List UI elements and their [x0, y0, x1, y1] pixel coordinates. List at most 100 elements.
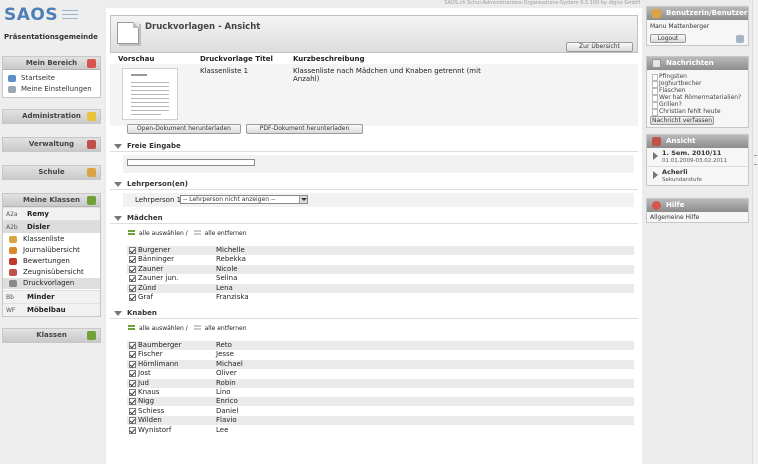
user-name: Manu Mattenberger	[650, 23, 710, 30]
girls-remove-all[interactable]: alle entfernen	[205, 230, 247, 237]
student-first-name: Enrico	[216, 397, 238, 406]
section-boys[interactable]: Knaben	[110, 308, 638, 319]
student-checkbox[interactable]	[129, 284, 136, 292]
download-pdf-button[interactable]: PDF-Dokument herunterladen	[246, 124, 363, 134]
news-item[interactable]: Wer hat Römermaterialien?	[650, 94, 748, 102]
student-row[interactable]: Bänninger Rebekka	[127, 255, 634, 264]
student-row[interactable]: Schiess Daniel	[127, 407, 634, 416]
section-free-input[interactable]: Freie Eingabe	[110, 141, 638, 152]
student-row[interactable]: Knaus Lino	[127, 388, 634, 397]
student-row[interactable]: Jost Oliver	[127, 369, 634, 378]
student-checkbox[interactable]	[129, 379, 136, 387]
panel-title-help: Hilfe	[647, 199, 748, 212]
class-row-disler[interactable]: A2b Disler	[3, 220, 100, 233]
student-row[interactable]: Wilden Flavio	[127, 416, 634, 426]
semester-selector[interactable]: 1. Sem. 2010/11 01.01.2009-03.02.2011	[647, 148, 748, 166]
page-scrollbar[interactable]	[752, 0, 758, 464]
student-last-name: Burgener	[138, 246, 171, 254]
student-row[interactable]: Jud Robin	[127, 378, 634, 388]
student-checkbox[interactable]	[129, 398, 136, 406]
student-checkbox[interactable]	[129, 294, 136, 301]
sidebar-item-zeugnis[interactable]: Zeugnisübersicht	[3, 267, 100, 278]
student-checkbox[interactable]	[129, 407, 136, 415]
settings-icon[interactable]	[736, 35, 744, 43]
panel-title-meine-klassen[interactable]: Meine Klassen	[3, 194, 100, 207]
download-odt-button[interactable]: Open-Dokument herunterladen	[127, 124, 241, 134]
news-item[interactable]: Pfingsten	[650, 73, 748, 81]
panel-administration[interactable]: Administration	[2, 109, 101, 124]
teacher-select[interactable]: -- Lehrperson nicht anzeigen --	[180, 195, 308, 204]
class-row-moebelbau[interactable]: WF Möbelbau	[3, 303, 100, 316]
section-girls[interactable]: Mädchen	[110, 213, 638, 224]
girls-select-controls: alle auswählen / alle entfernen	[128, 229, 247, 239]
student-checkbox[interactable]	[129, 265, 136, 273]
sidebar-item-druckvorlagen[interactable]: Druckvorlagen	[3, 278, 100, 289]
student-row[interactable]: Zauner jun. Selina	[127, 274, 634, 283]
student-checkbox[interactable]	[129, 360, 136, 368]
student-checkbox[interactable]	[129, 247, 136, 254]
panel-schule[interactable]: Schule	[2, 165, 101, 180]
col-header-description: Kurzbeschreibung	[293, 55, 365, 63]
panel-title-view: Ansicht	[647, 135, 748, 148]
logout-button[interactable]: Logout	[650, 34, 686, 43]
student-last-name: Jud	[138, 378, 149, 387]
student-checkbox[interactable]	[129, 342, 136, 349]
student-first-name: Nicole	[216, 264, 238, 273]
school-icon	[87, 168, 96, 177]
overview-button[interactable]: Zur Übersicht	[566, 42, 633, 52]
student-last-name: Schiess	[138, 406, 165, 415]
boys-select-all[interactable]: alle auswählen /	[139, 325, 188, 332]
boys-remove-all[interactable]: alle entfernen	[205, 325, 247, 332]
compose-message-button[interactable]: Nachricht verfassen	[650, 116, 714, 125]
version-text: SAOS.ch Schul-Administrations-Organisati…	[444, 0, 640, 6]
student-checkbox[interactable]	[129, 275, 136, 283]
section-teacher[interactable]: Lehrperson(en)	[110, 179, 638, 190]
sidebar-item-einstellungen[interactable]: Meine Einstellungen	[3, 84, 100, 95]
classes-icon	[87, 331, 96, 340]
class-row-remy[interactable]: A2a Remy	[3, 207, 100, 220]
scroll-grip-icon	[754, 155, 757, 165]
student-checkbox[interactable]	[129, 389, 136, 396]
class-row-minder[interactable]: Bb Minder	[3, 290, 100, 303]
panel-verwaltung[interactable]: Verwaltung	[2, 137, 101, 152]
saos-logo[interactable]: SAOS	[4, 5, 58, 25]
student-last-name: Baumberger	[138, 341, 182, 349]
news-item[interactable]: Joghurtbecher	[650, 80, 748, 88]
sidebar-item-klassenliste[interactable]: Klassenliste	[3, 234, 100, 245]
student-checkbox[interactable]	[129, 351, 136, 359]
student-checkbox[interactable]	[129, 256, 136, 264]
news-item[interactable]: Grillen?	[650, 101, 748, 109]
student-row[interactable]: Wynistorf Lee	[127, 426, 634, 435]
student-row[interactable]: Graf Franziska	[127, 293, 634, 302]
news-list: Pfingsten Joghurtbecher Flaschen Wer hat…	[647, 70, 748, 116]
student-last-name: Zauner jun.	[138, 274, 179, 283]
panel-klassen[interactable]: Klassen	[2, 328, 101, 343]
sidebar-item-bewertungen[interactable]: Bewertungen	[3, 256, 100, 267]
panel-view: Ansicht 1. Sem. 2010/11 01.01.2009-03.02…	[646, 134, 749, 186]
select-all-icon	[128, 229, 135, 238]
student-row[interactable]: Burgener Michelle	[127, 246, 634, 255]
news-item[interactable]: Flaschen	[650, 87, 748, 95]
student-row[interactable]: Zünd Lena	[127, 283, 634, 293]
student-checkbox[interactable]	[129, 426, 136, 434]
panel-title-mein-bereich[interactable]: Mein Bereich	[3, 57, 100, 70]
free-input-field[interactable]	[127, 159, 255, 166]
collapse-triangle-icon	[114, 311, 122, 316]
girls-select-all[interactable]: alle auswählen /	[139, 230, 188, 237]
student-last-name: Wynistorf	[138, 425, 172, 434]
student-row[interactable]: Baumberger Reto	[127, 341, 634, 350]
student-last-name: Zauner	[138, 264, 164, 273]
student-checkbox[interactable]	[129, 370, 136, 378]
col-header-title: Druckvorlage Titel	[200, 55, 273, 63]
student-row[interactable]: Fischer Jesse	[127, 350, 634, 359]
student-row[interactable]: Nigg Enrico	[127, 397, 634, 407]
template-preview-thumbnail[interactable]	[122, 68, 178, 120]
school-selector[interactable]: Acherli Sekundarstufe	[647, 166, 748, 184]
sidebar-item-journal[interactable]: Journalübersicht	[3, 245, 100, 256]
sidebar-item-startseite[interactable]: Startseite	[3, 73, 100, 84]
help-link[interactable]: Allgemeine Hilfe	[647, 212, 748, 221]
student-row[interactable]: Zauner Nicole	[127, 264, 634, 274]
student-checkbox[interactable]	[129, 417, 136, 425]
student-row[interactable]: Hörnlimann Michael	[127, 359, 634, 369]
news-item[interactable]: Christian fehlt heute	[650, 108, 748, 116]
